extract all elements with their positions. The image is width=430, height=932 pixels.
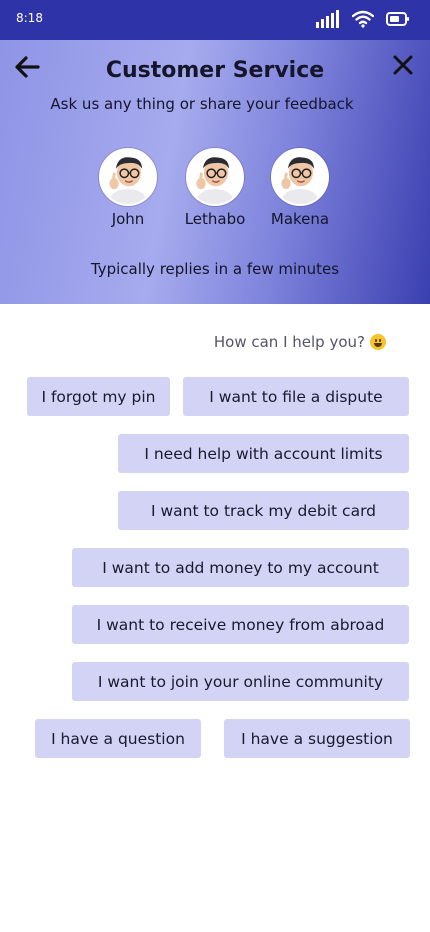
agent-name: Lethabo bbox=[184, 210, 246, 228]
option-account-limits[interactable]: I need help with account limits bbox=[118, 434, 409, 473]
option-have-question[interactable]: I have a question bbox=[35, 719, 201, 758]
avatar bbox=[99, 148, 157, 206]
option-receive-money-abroad[interactable]: I want to receive money from abroad bbox=[72, 605, 409, 644]
option-join-community[interactable]: I want to join your online community bbox=[72, 662, 409, 701]
avatar bbox=[271, 148, 329, 206]
option-add-money[interactable]: I want to add money to my account bbox=[72, 548, 409, 587]
option-forgot-pin[interactable]: I forgot my pin bbox=[27, 377, 170, 416]
agent-john: John bbox=[88, 148, 168, 228]
avatar bbox=[186, 148, 244, 206]
agent-lethabo: Lethabo bbox=[175, 148, 255, 228]
status-time: 8:18 bbox=[16, 11, 43, 25]
agent-name: Makena bbox=[270, 210, 330, 228]
wifi-icon bbox=[352, 10, 374, 28]
option-have-suggestion[interactable]: I have a suggestion bbox=[224, 719, 410, 758]
battery-icon bbox=[386, 12, 409, 26]
status-bar: 8:18 bbox=[0, 0, 430, 40]
agent-makena: Makena bbox=[260, 148, 340, 228]
prompt-text: How can I help you? bbox=[213, 333, 365, 351]
option-file-dispute[interactable]: I want to file a dispute bbox=[183, 377, 409, 416]
reply-time-note: Typically replies in a few minutes bbox=[90, 260, 340, 278]
agent-name: John bbox=[111, 210, 145, 228]
page-title: Customer Service bbox=[105, 58, 325, 83]
status-icons bbox=[316, 9, 410, 29]
chat-prompt: How can I help you? bbox=[214, 333, 386, 351]
chat-header: Customer Service Ask us any thing or sha… bbox=[0, 40, 430, 304]
signal-icon bbox=[316, 10, 339, 28]
page-subtitle: Ask us any thing or share your feedback bbox=[50, 95, 354, 113]
grinning-face-icon bbox=[370, 334, 386, 350]
option-track-debit-card[interactable]: I want to track my debit card bbox=[118, 491, 409, 530]
